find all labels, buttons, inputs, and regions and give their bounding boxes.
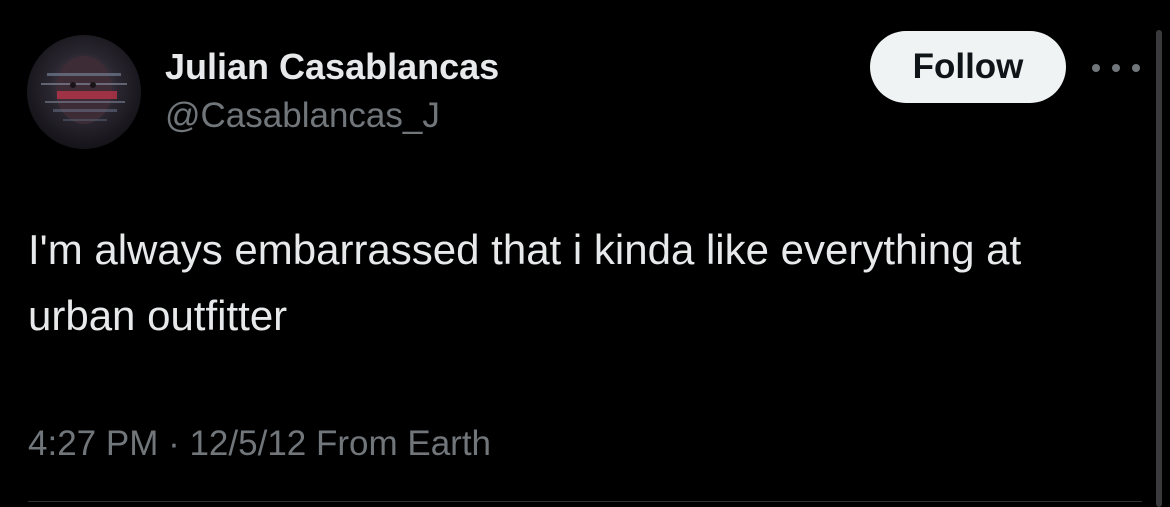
meta-separator: · [158,424,190,463]
avatar[interactable] [27,35,141,149]
tweet-date[interactable]: 12/5/12 [189,424,306,463]
avatar-photo-icon [41,56,127,124]
tweet-card: Julian Casablancas @Casablancas_J Follow… [0,0,1170,507]
more-dot [1112,64,1120,72]
more-options-icon[interactable] [1092,56,1140,80]
follow-button[interactable]: Follow [870,31,1066,103]
tweet-time[interactable]: 4:27 PM [28,424,158,463]
user-handle[interactable]: @Casablancas_J [165,96,440,136]
more-dot [1092,64,1100,72]
divider [28,501,1142,502]
display-name[interactable]: Julian Casablancas [165,46,499,88]
scrollbar[interactable] [1156,30,1162,507]
tweet-text: I'm always embarrassed that i kinda like… [28,226,1022,339]
tweet-source: From Earth [306,424,492,463]
more-dot [1132,64,1140,72]
tweet-metadata: 4:27 PM · 12/5/12 From Earth [28,424,491,464]
